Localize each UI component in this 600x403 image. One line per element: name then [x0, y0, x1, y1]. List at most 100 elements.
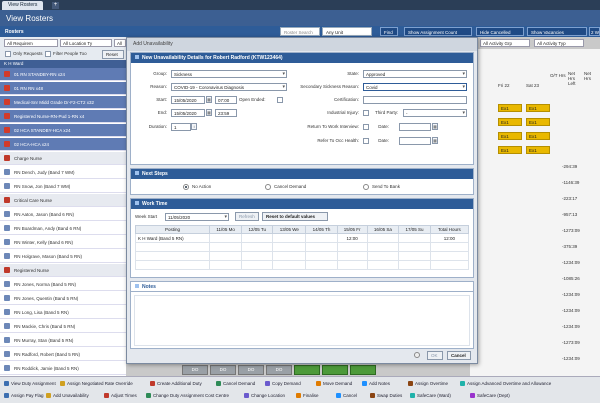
- group-select[interactable]: Sickness: [171, 70, 287, 78]
- roster-row[interactable]: 02 HCA-HCA x24: [0, 138, 126, 151]
- roster-row[interactable]: RN Snow, Jon (Band 7 WM): [0, 180, 126, 193]
- shift-cell[interactable]: Ex1: [526, 146, 550, 154]
- cancel-demand-radio[interactable]: [265, 184, 271, 190]
- send-to-bank-radio[interactable]: [363, 184, 369, 190]
- roster-row[interactable]: RN Dench, Judy (Band 7 WM): [0, 166, 126, 179]
- roster-group-row[interactable]: Critical Care Nurse: [0, 194, 126, 207]
- day-cell[interactable]: DO: [266, 365, 292, 375]
- week-count-button[interactable]: 2 W: [589, 27, 600, 36]
- toolbar-action[interactable]: Swap Duties: [370, 393, 402, 398]
- roster-group-row[interactable]: Charge Nurse: [0, 152, 126, 165]
- roster-row[interactable]: RN Jones, Norma (Band 5 RN): [0, 278, 126, 291]
- day-cell[interactable]: DO: [210, 365, 236, 375]
- refresh-button[interactable]: Refresh: [235, 212, 259, 221]
- work-time-cell[interactable]: [208, 233, 243, 243]
- help-icon[interactable]: [414, 352, 420, 358]
- work-time-cell[interactable]: [366, 233, 400, 243]
- toolbar-action[interactable]: Assign Negotiated Rate Override: [60, 381, 133, 386]
- occ-date-calendar-icon[interactable]: ▦: [432, 137, 438, 144]
- toolbar-action[interactable]: Cancel: [336, 393, 357, 398]
- filter-people-too-checkbox[interactable]: [45, 51, 51, 57]
- end-date-input[interactable]: 15/05/2020: [171, 109, 205, 117]
- occ-date-input[interactable]: [399, 137, 431, 145]
- reset-defaults-button[interactable]: Reset to default values: [262, 212, 328, 221]
- roster-row[interactable]: 01 RN STANDBY-RN x24: [0, 68, 126, 81]
- roster-row[interactable]: RN Long, Lisa (Band 5 RN): [0, 306, 126, 319]
- third-party-select[interactable]: -: [403, 109, 467, 117]
- return-date-calendar-icon[interactable]: ▦: [432, 123, 438, 130]
- day-cell[interactable]: DO: [182, 365, 208, 375]
- hide-cancelled-button[interactable]: Hide Cancelled: [476, 27, 524, 36]
- roster-row[interactable]: RN Roddick, Jamie (Band 5 RN): [0, 362, 126, 375]
- industrial-injury-checkbox[interactable]: [363, 110, 369, 116]
- work-time-cell[interactable]: [305, 233, 338, 243]
- shift-cell[interactable]: Ex1: [498, 104, 522, 112]
- toolbar-action[interactable]: Copy Demand: [265, 381, 301, 386]
- roster-group-row[interactable]: Registered Nurse: [0, 264, 126, 277]
- secondary-reason-select[interactable]: Covid: [363, 83, 467, 91]
- find-button[interactable]: Find: [380, 27, 398, 36]
- roster-row[interactable]: 02 HCA STANDBY-HCA x24: [0, 124, 126, 137]
- toolbar-action[interactable]: View Duty Assignment: [4, 381, 56, 386]
- tab-view-rosters[interactable]: View Rosters: [2, 1, 44, 10]
- open-ended-checkbox[interactable]: [277, 97, 283, 103]
- work-time-cell[interactable]: [398, 233, 431, 243]
- roster-row[interactable]: Medical-Snr Midd Grade Dr-F2-CT2 x32: [0, 96, 126, 109]
- toolbar-action[interactable]: SafeCare (Ward): [410, 393, 451, 398]
- start-time-input[interactable]: 07:00: [215, 96, 237, 104]
- reset-filter-button[interactable]: Reset: [102, 50, 124, 59]
- refer-occ-health-checkbox[interactable]: [363, 138, 369, 144]
- toolbar-action[interactable]: SafeCare (Dept): [470, 393, 510, 398]
- cancel-button[interactable]: Cancel: [447, 351, 471, 360]
- activity-type-filter[interactable]: All Activity Typ: [534, 39, 584, 47]
- start-calendar-icon[interactable]: ▦: [206, 96, 212, 103]
- notes-textarea[interactable]: [134, 295, 470, 346]
- shift-cell[interactable]: Ex1: [498, 118, 522, 126]
- return-to-work-checkbox[interactable]: [363, 124, 369, 130]
- duration-stepper[interactable]: 1: [171, 123, 191, 131]
- day-cell[interactable]: DO: [238, 365, 264, 375]
- add-tab-button[interactable]: +: [52, 2, 59, 9]
- roster-row[interactable]: RN Jones, Quentin (Band 5 RN): [0, 292, 126, 305]
- roster-row[interactable]: RN Murray, Stan (Band 5 RN): [0, 334, 126, 347]
- no-action-radio[interactable]: [183, 184, 189, 190]
- toolbar-action[interactable]: Finalise: [296, 393, 319, 398]
- only-requests-checkbox[interactable]: [5, 51, 11, 57]
- work-time-cell[interactable]: [272, 233, 307, 243]
- roster-row[interactable]: RN Holgrave, Mason (Band 5 RN): [0, 250, 126, 263]
- toolbar-action[interactable]: Assign Overtime: [408, 381, 448, 386]
- shift-cell[interactable]: Ex1: [526, 104, 550, 112]
- roster-row[interactable]: RN Aaton, Jason (Band 6 RN): [0, 208, 126, 221]
- roster-row[interactable]: RN Winter, Kelly (Band 6 RN): [0, 236, 126, 249]
- all-filter[interactable]: All: [114, 39, 126, 47]
- certification-input[interactable]: [363, 96, 467, 104]
- end-time-input[interactable]: 23:59: [215, 109, 237, 117]
- requirement-filter[interactable]: All Requirem: [4, 39, 58, 47]
- day-cell[interactable]: [294, 365, 320, 375]
- day-cell[interactable]: [322, 365, 348, 375]
- start-date-input[interactable]: 15/05/2020: [171, 96, 205, 104]
- toolbar-action[interactable]: Change Duty Assignment Cost Centre: [146, 393, 229, 398]
- show-assignment-count-button[interactable]: Show Assignment Count: [404, 27, 472, 36]
- toolbar-action[interactable]: Change Location: [244, 393, 285, 398]
- shift-cell[interactable]: Ex1: [498, 146, 522, 154]
- roster-row[interactable]: 01 RN RN x48: [0, 82, 126, 95]
- roster-search-input[interactable]: Roster Search: [280, 27, 320, 36]
- toolbar-action[interactable]: Create Additional Duty: [150, 381, 202, 386]
- work-time-cell[interactable]: [241, 233, 274, 243]
- state-select[interactable]: Approved: [363, 70, 467, 78]
- shift-cell[interactable]: Ex1: [526, 118, 550, 126]
- day-cell[interactable]: [350, 365, 376, 375]
- toolbar-action[interactable]: Assign Advanced Overtime and Allowance: [460, 381, 551, 386]
- work-time-cell[interactable]: 12:00: [336, 233, 368, 243]
- duration-spin-icon[interactable]: ↕: [191, 123, 197, 130]
- reason-select[interactable]: COVID-19 - Coronavirus Diagnosis: [171, 83, 287, 91]
- roster-row[interactable]: Registered Nurse-RN-Pud 1-RN x4: [0, 110, 126, 123]
- unit-select[interactable]: Any Unit: [322, 27, 372, 36]
- toolbar-action[interactable]: Move Demand: [316, 381, 352, 386]
- toolbar-action[interactable]: Assign Pay Flag: [4, 393, 44, 398]
- show-vacancies-button[interactable]: Show Vacancies: [527, 27, 587, 36]
- return-date-input[interactable]: [399, 123, 431, 131]
- shift-cell[interactable]: Ex1: [526, 132, 550, 140]
- roster-row[interactable]: RN Radford, Robert (Band 5 RN): [0, 348, 126, 361]
